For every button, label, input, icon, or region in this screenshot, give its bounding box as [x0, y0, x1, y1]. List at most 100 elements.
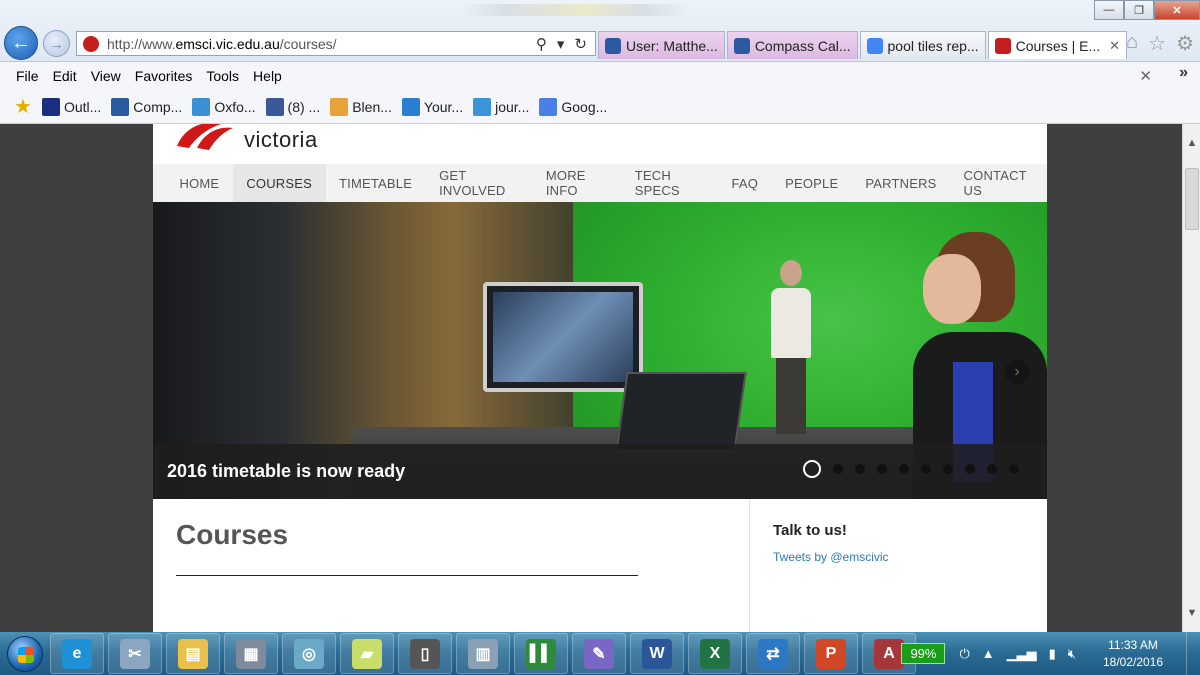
taskbar-app-remote[interactable]: ⇄ [746, 633, 800, 674]
vertical-scrollbar[interactable]: ▲ ▼ [1182, 124, 1200, 632]
nav-item-home[interactable]: HOME [166, 164, 233, 202]
taskbar-app-word[interactable]: W [630, 633, 684, 674]
menu-item-help[interactable]: Help [253, 68, 282, 84]
carousel-dot[interactable] [987, 464, 997, 474]
taskbar-app-ie[interactable]: e [50, 633, 104, 674]
carousel-dot[interactable] [877, 464, 887, 474]
forward-button[interactable]: → [43, 30, 70, 57]
tab-favicon-icon [994, 37, 1011, 54]
snipping-icon: ✂ [120, 638, 150, 669]
carousel-dot[interactable] [833, 464, 843, 474]
remote-icon: ⇄ [758, 638, 788, 669]
close-tab-icon[interactable]: ✕ [1109, 38, 1120, 54]
browser-tab[interactable]: Compass Cal... [726, 31, 858, 59]
nav-item-timetable[interactable]: TIMETABLE [326, 164, 426, 202]
browser-tab[interactable]: User: Matthe... [598, 31, 725, 59]
favorite-link[interactable]: Goog... [539, 97, 607, 116]
taskbar-app-excel[interactable]: X [688, 633, 742, 674]
close-window-button[interactable]: ✕ [1154, 0, 1200, 20]
main-navigation: HOME COURSES TIMETABLE GET INVOLVED MORE INF… [153, 164, 1047, 202]
start-button[interactable] [0, 632, 50, 675]
nav-item-contact-us[interactable]: CONTACT US [950, 164, 1047, 202]
taskbar-app-media[interactable]: ◎ [282, 633, 336, 674]
tweets-link[interactable]: Tweets by @emscivic [773, 550, 889, 564]
close-menubar-icon[interactable]: ✕ [1139, 67, 1152, 85]
clock-time: 11:33 AM [1108, 637, 1158, 652]
nav-item-courses[interactable]: COURSES [232, 164, 326, 202]
carousel-dot[interactable] [1009, 464, 1019, 474]
taskbar-app-powerpoint[interactable]: P [804, 633, 858, 674]
carousel-dots [803, 460, 1019, 478]
nav-item-faq[interactable]: FAQ [718, 164, 772, 202]
taskbar-app-green-app[interactable]: ▌▌ [514, 633, 568, 674]
address-bar[interactable]: http://www.emsci.vic.edu.au/courses/ ⚲ ▾… [76, 31, 596, 56]
taskbar-app-network[interactable]: ▥ [456, 633, 510, 674]
content-area: Courses Talk to us! Tweets by @emscivic [153, 499, 1047, 632]
carousel-next-icon[interactable]: › [1005, 360, 1029, 384]
favorites-star-icon[interactable]: ☆ [1148, 31, 1166, 56]
add-favorite-star-icon[interactable]: ★ [14, 94, 32, 119]
favorite-site-icon [265, 97, 284, 116]
favorite-label: jour... [495, 98, 530, 115]
carousel-dot[interactable] [855, 464, 865, 474]
chevron-more-icon[interactable]: » [1179, 64, 1188, 82]
minimize-button[interactable]: — [1094, 0, 1124, 20]
restore-button[interactable]: ❐ [1124, 0, 1154, 20]
menu-item-view[interactable]: View [91, 68, 121, 84]
nav-item-tech-specs[interactable]: TECH SPECS [621, 164, 718, 202]
favorite-label: (8) ... [287, 98, 321, 115]
taskbar-app-sticky[interactable]: ▰ [340, 633, 394, 674]
carousel-dot[interactable] [803, 460, 821, 478]
favorite-link[interactable]: (8) ... [265, 97, 321, 116]
favorite-label: Comp... [133, 98, 183, 115]
battery-indicator[interactable]: 99% [901, 643, 946, 664]
logo-icon[interactable] [175, 124, 235, 150]
taskbar-app-paint[interactable]: ✎ [572, 633, 626, 674]
hero-caption-text[interactable]: 2016 timetable is now ready [167, 461, 405, 482]
scroll-thumb[interactable] [1185, 168, 1199, 230]
refresh-icon[interactable]: ↻ [574, 35, 587, 53]
favorite-link[interactable]: Outl... [41, 97, 101, 116]
back-button[interactable]: ← [4, 26, 38, 60]
nav-item-more-info[interactable]: MORE INFO [532, 164, 621, 202]
favorite-link[interactable]: Blen... [330, 97, 392, 116]
home-icon[interactable]: ⌂ [1126, 31, 1138, 56]
network-signal-icon[interactable]: ▁▃▅ [1007, 646, 1037, 662]
carousel-dot[interactable] [965, 464, 975, 474]
clock[interactable]: 11:33 AM 18/02/2016 [1088, 637, 1178, 671]
taskbar-app-calculator[interactable]: ▦ [224, 633, 278, 674]
carousel-dot[interactable] [921, 464, 931, 474]
address-url[interactable]: http://www.emsci.vic.edu.au/courses/ [107, 36, 536, 52]
nav-item-partners[interactable]: PARTNERS [852, 164, 950, 202]
dropdown-icon[interactable]: ▾ [557, 35, 565, 53]
window-title [460, 4, 690, 16]
nav-item-people[interactable]: PEOPLE [772, 164, 852, 202]
volume-muted-icon[interactable]: 🔇︎ [1068, 646, 1076, 662]
favorite-link[interactable]: Oxfo... [192, 97, 256, 116]
search-icon[interactable]: ⚲ [536, 35, 547, 53]
power-icon[interactable]: ⏻ [959, 646, 969, 662]
favorite-label: Blen... [352, 98, 392, 115]
favorite-link[interactable]: Your... [401, 97, 463, 116]
settings-gear-icon[interactable]: ⚙ [1176, 31, 1194, 56]
favorite-link[interactable]: jour... [473, 97, 530, 116]
carousel-dot[interactable] [943, 464, 953, 474]
menu-item-file[interactable]: File [16, 68, 39, 84]
nav-item-get-involved[interactable]: GET INVOLVED [426, 164, 533, 202]
browser-tab[interactable]: Courses | E... ✕ [987, 31, 1128, 59]
scroll-up-icon[interactable]: ▲ [1183, 134, 1200, 152]
taskbar-app-phone[interactable]: ▯ [398, 633, 452, 674]
browser-tab[interactable]: pool tiles rep... [859, 31, 986, 59]
scroll-down-icon[interactable]: ▼ [1183, 604, 1200, 622]
show-desktop-button[interactable] [1186, 632, 1200, 675]
taskbar-app-snipping[interactable]: ✂ [108, 633, 162, 674]
favorite-link[interactable]: Comp... [111, 97, 183, 116]
menu-item-edit[interactable]: Edit [53, 68, 77, 84]
taskbar-app-explorer[interactable]: ▤ [166, 633, 220, 674]
tray-expand-icon[interactable]: ▲ [982, 646, 995, 661]
excel-icon: X [700, 638, 730, 669]
carousel-dot[interactable] [899, 464, 909, 474]
menu-item-favorites[interactable]: Favorites [135, 68, 193, 84]
device-icon[interactable]: ▮ [1049, 646, 1056, 662]
menu-item-tools[interactable]: Tools [206, 68, 239, 84]
